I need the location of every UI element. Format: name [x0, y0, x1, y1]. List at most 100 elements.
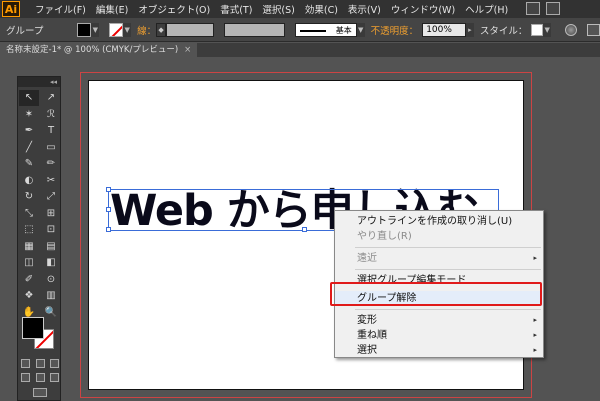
ctx-perspective[interactable]: 遠近 ▸ — [335, 251, 543, 266]
align-icon[interactable] — [587, 23, 600, 36]
stroke-swatch-none[interactable] — [109, 22, 124, 37]
type-tool-icon[interactable]: T — [41, 123, 61, 139]
draw-behind-icon[interactable] — [35, 373, 45, 382]
artboard-tool-icon[interactable]: ❖ — [19, 288, 39, 304]
menu-type[interactable]: 書式(T) — [215, 2, 257, 16]
submenu-arrow-icon: ▸ — [533, 254, 537, 262]
bridge-icon[interactable] — [526, 2, 540, 15]
ctx-select[interactable]: 選択 ▸ — [335, 343, 543, 358]
highlight-annotation-frame — [330, 282, 542, 306]
style-label: スタイル： — [479, 25, 528, 37]
fill-color-box[interactable] — [22, 317, 44, 339]
fill-swatch[interactable] — [77, 22, 92, 37]
document-tab-strip: 名称未設定-1* @ 100% (CMYK/プレビュー) × — [0, 43, 600, 57]
blob-brush-tool-icon[interactable]: ◐ — [19, 173, 39, 189]
screen-mode-icon[interactable] — [33, 388, 47, 397]
stroke-weight-stepper[interactable]: ◆ — [156, 22, 167, 37]
tools-panel: ◂◂ ↖ ↗ ✶ ℛ ✒ T ╱ ▭ ✎ ✏ ◐ ✂ ↻ ⤢ ⤡ ⊞ ⬚ ⊡ ▦… — [17, 76, 61, 401]
graphic-style-swatch[interactable] — [531, 23, 544, 36]
gradient-tool-icon[interactable]: ▤ — [41, 239, 61, 255]
opacity-label[interactable]: 不透明度： — [371, 23, 419, 37]
ctx-item-label: 遠近 — [357, 253, 377, 264]
stroke-weight-field[interactable] — [166, 22, 214, 37]
menu-bar: Ai ファイル(F) 編集(E) オブジェクト(O) 書式(T) 選択(S) 効… — [0, 0, 600, 18]
stroke-label[interactable]: 線： — [137, 23, 156, 37]
slice-tool-icon[interactable]: ▥ — [41, 288, 61, 304]
menu-view[interactable]: 表示(V) — [343, 2, 386, 16]
scale-tool-icon[interactable]: ⤢ — [41, 189, 61, 205]
fill-dropdown-icon[interactable]: ▼ — [91, 22, 100, 37]
line-tool-icon[interactable]: ╱ — [19, 140, 39, 156]
ctx-item-label: 変形 — [357, 315, 377, 326]
opacity-field[interactable]: 100% — [422, 22, 466, 37]
selection-handle[interactable] — [106, 187, 111, 192]
selection-handle[interactable] — [106, 227, 111, 232]
pencil-tool-icon[interactable]: ✏ — [41, 156, 61, 172]
perspective-grid-tool-icon[interactable]: ⊡ — [41, 222, 61, 238]
paintbrush-tool-icon[interactable]: ✎ — [19, 156, 39, 172]
control-bar: グループ ▼ ▼ 線： ◆ 基本 ▼ 不透明度： 100% ▸ スタイル： ▼ — [0, 18, 600, 42]
ctx-arrange[interactable]: 重ね順 ▸ — [335, 328, 543, 343]
draw-mode-row — [21, 373, 59, 382]
selection-tool-icon[interactable]: ↖ — [19, 90, 39, 106]
selection-handle[interactable] — [106, 207, 111, 212]
ctx-item-label: やり直し(R) — [357, 231, 412, 242]
lasso-tool-icon[interactable]: ℛ — [41, 107, 61, 123]
menu-edit[interactable]: 編集(E) — [91, 2, 133, 16]
opacity-dropdown-icon[interactable]: ▸ — [465, 22, 474, 37]
free-transform-tool-icon[interactable]: ⊞ — [41, 206, 61, 222]
ctx-separator — [355, 247, 541, 248]
submenu-arrow-icon: ▸ — [533, 316, 537, 324]
document-tab[interactable]: 名称未設定-1* @ 100% (CMYK/プレビュー) × — [0, 43, 198, 57]
ctx-item-label: 重ね順 — [357, 330, 387, 341]
recolor-icon[interactable] — [565, 23, 578, 36]
fill-stroke-widget — [22, 317, 58, 353]
tools-panel-collapse[interactable]: ◂◂ — [18, 77, 60, 87]
submenu-arrow-icon: ▸ — [533, 346, 537, 354]
menu-select[interactable]: 選択(S) — [257, 2, 299, 16]
menu-items: ファイル(F) 編集(E) オブジェクト(O) 書式(T) 選択(S) 効果(C… — [30, 2, 513, 16]
direct-selection-tool-icon[interactable]: ↗ — [41, 90, 61, 106]
document-tab-title: 名称未設定-1* @ 100% (CMYK/プレビュー) — [6, 45, 179, 55]
brush-dropdown-icon[interactable]: ▼ — [356, 22, 365, 37]
gradient-mode-icon[interactable] — [35, 359, 45, 368]
selection-handle[interactable] — [302, 227, 307, 232]
brush-profile-box[interactable]: 基本 — [295, 22, 357, 37]
ctx-redo[interactable]: やり直し(R) — [335, 229, 543, 244]
variable-width-field[interactable] — [223, 22, 286, 37]
draw-inside-icon[interactable] — [50, 373, 59, 382]
menu-window[interactable]: ウィンドウ(W) — [386, 2, 460, 16]
ctx-undo-outline[interactable]: アウトラインを作成の取り消し(U) — [335, 214, 543, 229]
column-graph-tool-icon[interactable]: ⊙ — [41, 272, 61, 288]
screen-mode-row — [21, 388, 59, 397]
ctx-transform[interactable]: 変形 ▸ — [335, 313, 543, 328]
shape-builder-tool-icon[interactable]: ⬚ — [19, 222, 39, 238]
selection-type-label: グループ — [6, 25, 44, 37]
arrange-documents-icon[interactable] — [546, 2, 560, 15]
symbol-sprayer-tool-icon[interactable]: ✐ — [19, 272, 39, 288]
menubar-icons — [526, 2, 560, 15]
magic-wand-tool-icon[interactable]: ✶ — [19, 107, 39, 123]
rectangle-tool-icon[interactable]: ▭ — [41, 140, 61, 156]
blend-tool-icon[interactable]: ◧ — [41, 255, 61, 271]
ctx-separator — [355, 309, 541, 310]
menu-effect[interactable]: 効果(C) — [300, 2, 343, 16]
color-mode-row — [21, 359, 59, 368]
pen-tool-icon[interactable]: ✒ — [19, 123, 39, 139]
eraser-tool-icon[interactable]: ✂ — [41, 173, 61, 189]
mesh-tool-icon[interactable]: ▦ — [19, 239, 39, 255]
width-tool-icon[interactable]: ⤡ — [19, 206, 39, 222]
color-mode-icon[interactable] — [21, 359, 30, 368]
menu-help[interactable]: ヘルプ(H) — [460, 2, 513, 16]
style-dropdown-icon[interactable]: ▼ — [543, 22, 552, 37]
draw-normal-icon[interactable] — [21, 373, 30, 382]
close-icon[interactable]: × — [184, 45, 191, 55]
app-logo[interactable]: Ai — [2, 1, 20, 17]
menu-file[interactable]: ファイル(F) — [30, 2, 91, 16]
rotate-tool-icon[interactable]: ↻ — [19, 189, 39, 205]
none-mode-icon[interactable] — [50, 359, 59, 368]
stroke-profile-label: 基本 — [335, 25, 352, 35]
menu-object[interactable]: オブジェクト(O) — [133, 2, 215, 16]
eyedropper-tool-icon[interactable]: ◫ — [19, 255, 39, 271]
stroke-dropdown-icon[interactable]: ▼ — [123, 22, 132, 37]
